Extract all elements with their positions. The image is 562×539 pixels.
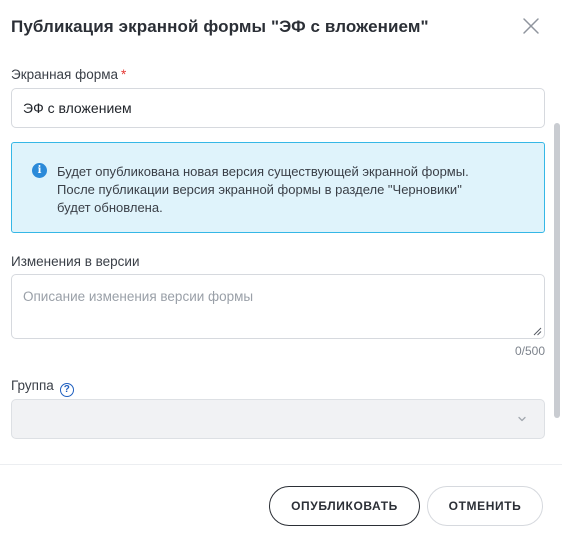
changes-textarea[interactable]: Описание изменения версии формы — [11, 274, 545, 339]
dialog-header: Публикация экранной формы "ЭФ с вложение… — [11, 0, 562, 56]
changes-placeholder: Описание изменения версии формы — [23, 289, 254, 304]
publish-dialog: Публикация экранной формы "ЭФ с вложение… — [0, 0, 562, 539]
changes-counter: 0/500 — [514, 344, 545, 358]
help-icon[interactable]: ? — [59, 382, 74, 397]
scrollbar-thumb[interactable] — [554, 123, 560, 418]
close-button[interactable] — [521, 16, 541, 36]
dialog-title: Публикация экранной формы "ЭФ с вложение… — [11, 17, 429, 36]
group-select[interactable] — [11, 399, 545, 439]
publish-button[interactable]: ОПУБЛИКОВАТЬ — [269, 486, 420, 526]
screen-form-label: Экранная форма * — [11, 67, 126, 82]
group-label-text: Группа — [11, 378, 54, 393]
info-line: После публикации версия экранной формы в… — [57, 182, 462, 197]
required-mark: * — [121, 67, 127, 82]
resize-handle-icon[interactable] — [532, 326, 542, 336]
dialog-body: Экранная форма * ЭФ с вложением i Будет о… — [0, 56, 562, 464]
info-alert: i Будет опубликована новая версия сущест… — [11, 142, 545, 233]
cancel-button[interactable]: ОТМЕНИТЬ — [427, 486, 543, 526]
info-message: Будет опубликована новая версия существу… — [57, 163, 528, 217]
screen-form-value: ЭФ с вложением — [23, 100, 132, 116]
screen-form-label-text: Экранная форма — [11, 67, 119, 82]
info-icon: i — [32, 163, 47, 178]
changes-label: Изменения в версии — [11, 254, 140, 269]
dialog-footer: ОПУБЛИКОВАТЬ ОТМЕНИТЬ — [0, 464, 562, 539]
close-icon — [523, 18, 539, 34]
info-line: будет обновлена. — [57, 200, 163, 215]
group-label: Группа? — [11, 378, 74, 397]
chevron-down-icon — [518, 416, 526, 422]
screen-form-input[interactable]: ЭФ с вложением — [11, 88, 545, 128]
info-line: Будет опубликована новая версия существу… — [57, 164, 469, 179]
